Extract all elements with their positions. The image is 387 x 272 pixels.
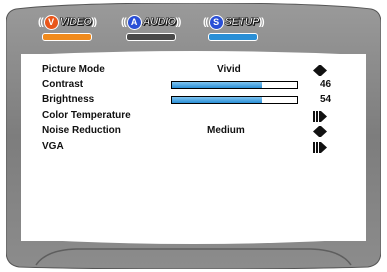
setting-picture-mode[interactable]: Picture Mode Vivid bbox=[21, 64, 366, 78]
settings-panel: Picture Mode Vivid Contrast 46 Brightnes… bbox=[21, 54, 366, 241]
tab-audio[interactable]: (( A AUDIO )) bbox=[121, 13, 182, 41]
setting-brightness[interactable]: Brightness 54 bbox=[21, 94, 366, 108]
bracket-left: (( bbox=[203, 16, 209, 28]
setting-vga[interactable]: VGA bbox=[21, 141, 366, 155]
tab-label-audio: AUDIO bbox=[142, 16, 176, 29]
audio-icon: A bbox=[126, 14, 142, 30]
setting-label: Picture Mode bbox=[42, 64, 105, 75]
setting-value: Vivid bbox=[217, 64, 241, 75]
bracket-left: (( bbox=[38, 16, 44, 28]
setting-noise-reduction[interactable]: Noise Reduction Medium bbox=[21, 125, 366, 139]
slider-fill bbox=[172, 82, 262, 88]
setting-value: 54 bbox=[320, 94, 332, 105]
video-icon: V bbox=[43, 14, 59, 30]
slider-fill bbox=[172, 97, 262, 103]
tab-label-setup: SETUP bbox=[224, 16, 259, 29]
contrast-slider[interactable] bbox=[171, 81, 298, 89]
bracket-right: )) bbox=[91, 16, 97, 28]
tab-setup-indicator bbox=[208, 33, 259, 41]
submenu-arrow-icon[interactable] bbox=[313, 142, 327, 153]
setting-label: Noise Reduction bbox=[42, 125, 121, 136]
bracket-right: )) bbox=[258, 16, 265, 28]
brightness-slider[interactable] bbox=[171, 96, 298, 104]
setting-label: Contrast bbox=[42, 79, 84, 90]
setting-label: Brightness bbox=[42, 94, 95, 105]
setting-value: 46 bbox=[320, 79, 332, 90]
tab-label-video: VIDEO bbox=[59, 16, 92, 29]
setting-contrast[interactable]: Contrast 46 bbox=[21, 79, 366, 93]
bracket-right: )) bbox=[175, 16, 182, 28]
setting-label: Color Temperature bbox=[42, 110, 131, 121]
setting-label: VGA bbox=[42, 141, 64, 152]
tab-video[interactable]: (( V VIDEO )) bbox=[38, 13, 97, 41]
setting-value: Medium bbox=[207, 125, 245, 136]
setting-color-temperature[interactable]: Color Temperature bbox=[21, 110, 366, 124]
tab-audio-indicator bbox=[125, 33, 176, 41]
bracket-left: (( bbox=[121, 16, 127, 28]
tab-video-active-indicator bbox=[42, 33, 93, 41]
setup-icon: S bbox=[208, 14, 224, 30]
tab-setup[interactable]: (( S SETUP )) bbox=[203, 13, 264, 41]
left-right-arrow-icon[interactable] bbox=[313, 65, 327, 76]
submenu-arrow-icon[interactable] bbox=[313, 111, 327, 122]
left-right-arrow-icon[interactable] bbox=[313, 126, 327, 137]
